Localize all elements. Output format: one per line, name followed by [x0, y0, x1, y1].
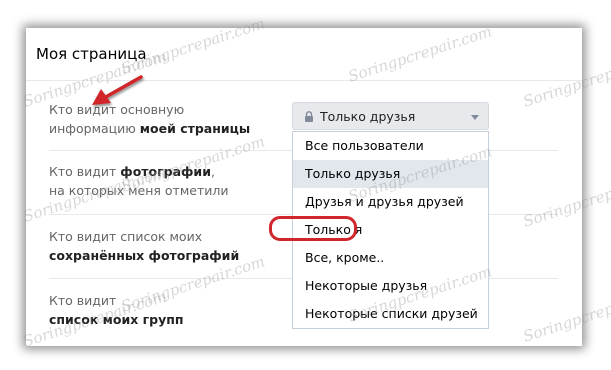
menu-item-some-friends[interactable]: Некоторые друзья	[293, 272, 488, 300]
chevron-down-icon	[471, 115, 479, 120]
row-basic-info-line1: Кто видит основную	[49, 102, 185, 117]
menu-item-friends-of-friends[interactable]: Друзья и друзья друзей	[293, 188, 488, 216]
row-saved-photos-label: Кто видит список моих сохранённых фотогр…	[49, 227, 239, 265]
red-arrow-icon	[92, 75, 143, 105]
menu-item-only-friends[interactable]: Только друзья	[293, 160, 488, 188]
menu-item-some-friend-lists[interactable]: Некоторые списки друзей	[293, 300, 488, 328]
row-tagged-photos-line1: Кто видит фотографии,	[49, 164, 215, 179]
row-tagged-photos-line2: на которых меня отметили	[49, 183, 229, 198]
row-saved-photos-line1: Кто видит список моих	[49, 229, 203, 244]
row-groups-line2: список моих групп	[49, 312, 184, 327]
row-saved-photos-line2: сохранённых фотографий	[49, 248, 240, 263]
highlight-circle-annotation	[269, 216, 357, 241]
row-basic-info-label: Кто видит основную информацию моей стран…	[49, 100, 250, 138]
menu-item-all-users[interactable]: Все пользователи	[293, 132, 488, 160]
privacy-select[interactable]: Только друзья	[292, 102, 489, 130]
select-value: Только друзья	[320, 109, 416, 124]
row-groups-line1: Кто видит	[49, 293, 117, 308]
page-title: Моя страница	[36, 45, 147, 63]
lock-icon	[305, 111, 313, 122]
row-basic-info-line2: информацию моей страницы	[49, 121, 251, 136]
row-groups-label: Кто видит список моих групп	[49, 291, 184, 329]
row-tagged-photos-label: Кто видит фотографии, на которых меня от…	[49, 162, 228, 200]
menu-item-all-except[interactable]: Все, кроме..	[293, 244, 488, 272]
